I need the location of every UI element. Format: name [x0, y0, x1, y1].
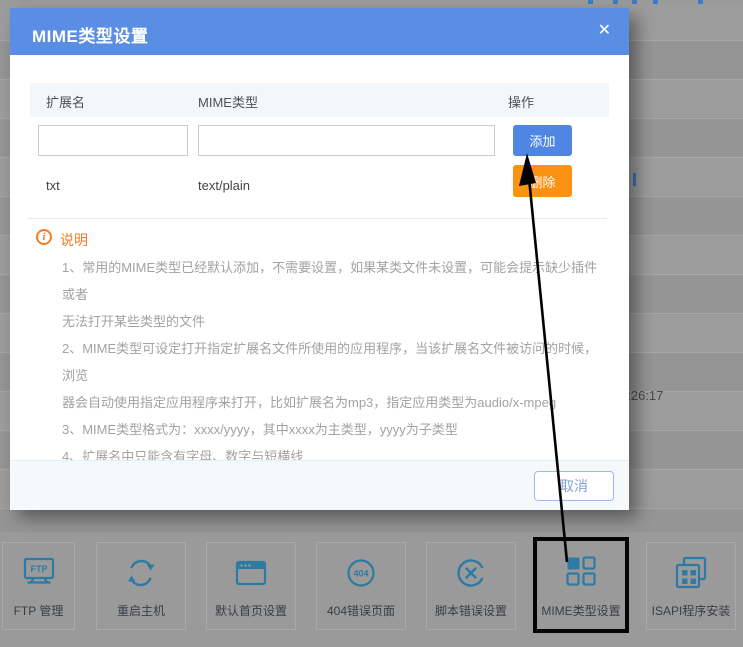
row-mime-value: text/plain — [198, 178, 250, 193]
toolbar-item-script-error[interactable]: 脚本错误设置 — [426, 542, 516, 630]
stacked-windows-icon — [647, 555, 735, 596]
extension-input[interactable] — [38, 125, 188, 156]
toolbar-item-mime-settings[interactable]: MIME类型设置 — [533, 537, 629, 633]
error-circle-icon — [427, 555, 515, 596]
row-extension-value: txt — [46, 178, 60, 193]
toolbar-label-isapi: ISAPI程序安装 — [647, 602, 735, 619]
top-blue-tick — [632, 0, 637, 4]
browser-window-icon — [207, 555, 295, 596]
background-blue-fragment — [633, 173, 636, 186]
toolbar-label-default-homepage: 默认首页设置 — [207, 602, 295, 619]
add-button[interactable]: 添加 — [513, 125, 572, 156]
toolbar-label-ftp: FTP 管理 — [3, 602, 74, 619]
divider — [28, 218, 607, 219]
note-line: 器会自动使用指定应用程序来打开，比如扩展名为mp3，指定应用类型为audio/x… — [62, 389, 602, 416]
top-blue-tick — [698, 0, 703, 4]
toolbar-label-script-error: 脚本错误设置 — [427, 602, 515, 619]
toolbar-label-mime-settings: MIME类型设置 — [537, 602, 625, 619]
column-header-mime-type: MIME类型 — [198, 92, 258, 111]
mime-type-input[interactable] — [198, 125, 495, 156]
toolbar-item-default-homepage[interactable]: 默认首页设置 — [206, 542, 296, 630]
404-icon-text: 404 — [353, 569, 368, 579]
dialog-header: MIME类型设置 ✕ — [10, 8, 629, 55]
note-line: 1、常用的MIME类型已经默认添加，不需要设置，如果某类文件未设置，可能会提示缺… — [62, 254, 602, 308]
screen: 4:26:17 FTP FTP 管理 重启主机 — [0, 0, 743, 647]
toolbar-item-restart[interactable]: 重启主机 — [96, 542, 186, 630]
dialog-title: MIME类型设置 — [32, 22, 148, 47]
cancel-button[interactable]: 取消 — [534, 471, 614, 501]
top-blue-tick — [588, 0, 593, 4]
toolbar-item-isapi[interactable]: ISAPI程序安装 — [646, 542, 736, 630]
top-blue-tick — [653, 0, 658, 4]
column-header-extension: 扩展名 — [46, 92, 85, 111]
toolbar-label-404-page: 404错误页面 — [317, 602, 405, 619]
note-line: 无法打开某些类型的文件 — [62, 308, 602, 335]
toolbar-item-ftp[interactable]: FTP FTP 管理 — [2, 542, 75, 630]
dialog-footer: 取消 — [10, 460, 629, 510]
404-circle-icon: 404 — [317, 555, 405, 596]
top-blue-tick — [613, 0, 618, 4]
toolbar-label-restart: 重启主机 — [97, 602, 185, 619]
close-icon[interactable]: ✕ — [598, 21, 611, 41]
note-line: 3、MIME类型格式为：xxxx/yyyy，其中xxxx为主类型，yyyy为子类… — [62, 416, 602, 443]
ftp-icon-text: FTP — [30, 564, 47, 574]
restart-icon — [97, 555, 185, 596]
grid-squares-icon — [537, 553, 625, 594]
column-header-action: 操作 — [508, 92, 534, 111]
note-line: 2、MIME类型可设定打开指定扩展名文件所使用的应用程序，当该扩展名文件被访问的… — [62, 335, 602, 389]
ftp-icon: FTP — [3, 555, 74, 596]
mime-settings-dialog: MIME类型设置 ✕ 扩展名 MIME类型 操作 添加 txt text/pla… — [10, 8, 629, 510]
notes-title: 说明 — [60, 230, 88, 250]
delete-button[interactable]: 删除 — [513, 165, 572, 197]
toolbar-item-404-page[interactable]: 404 404错误页面 — [316, 542, 406, 630]
info-icon: i — [36, 229, 52, 245]
